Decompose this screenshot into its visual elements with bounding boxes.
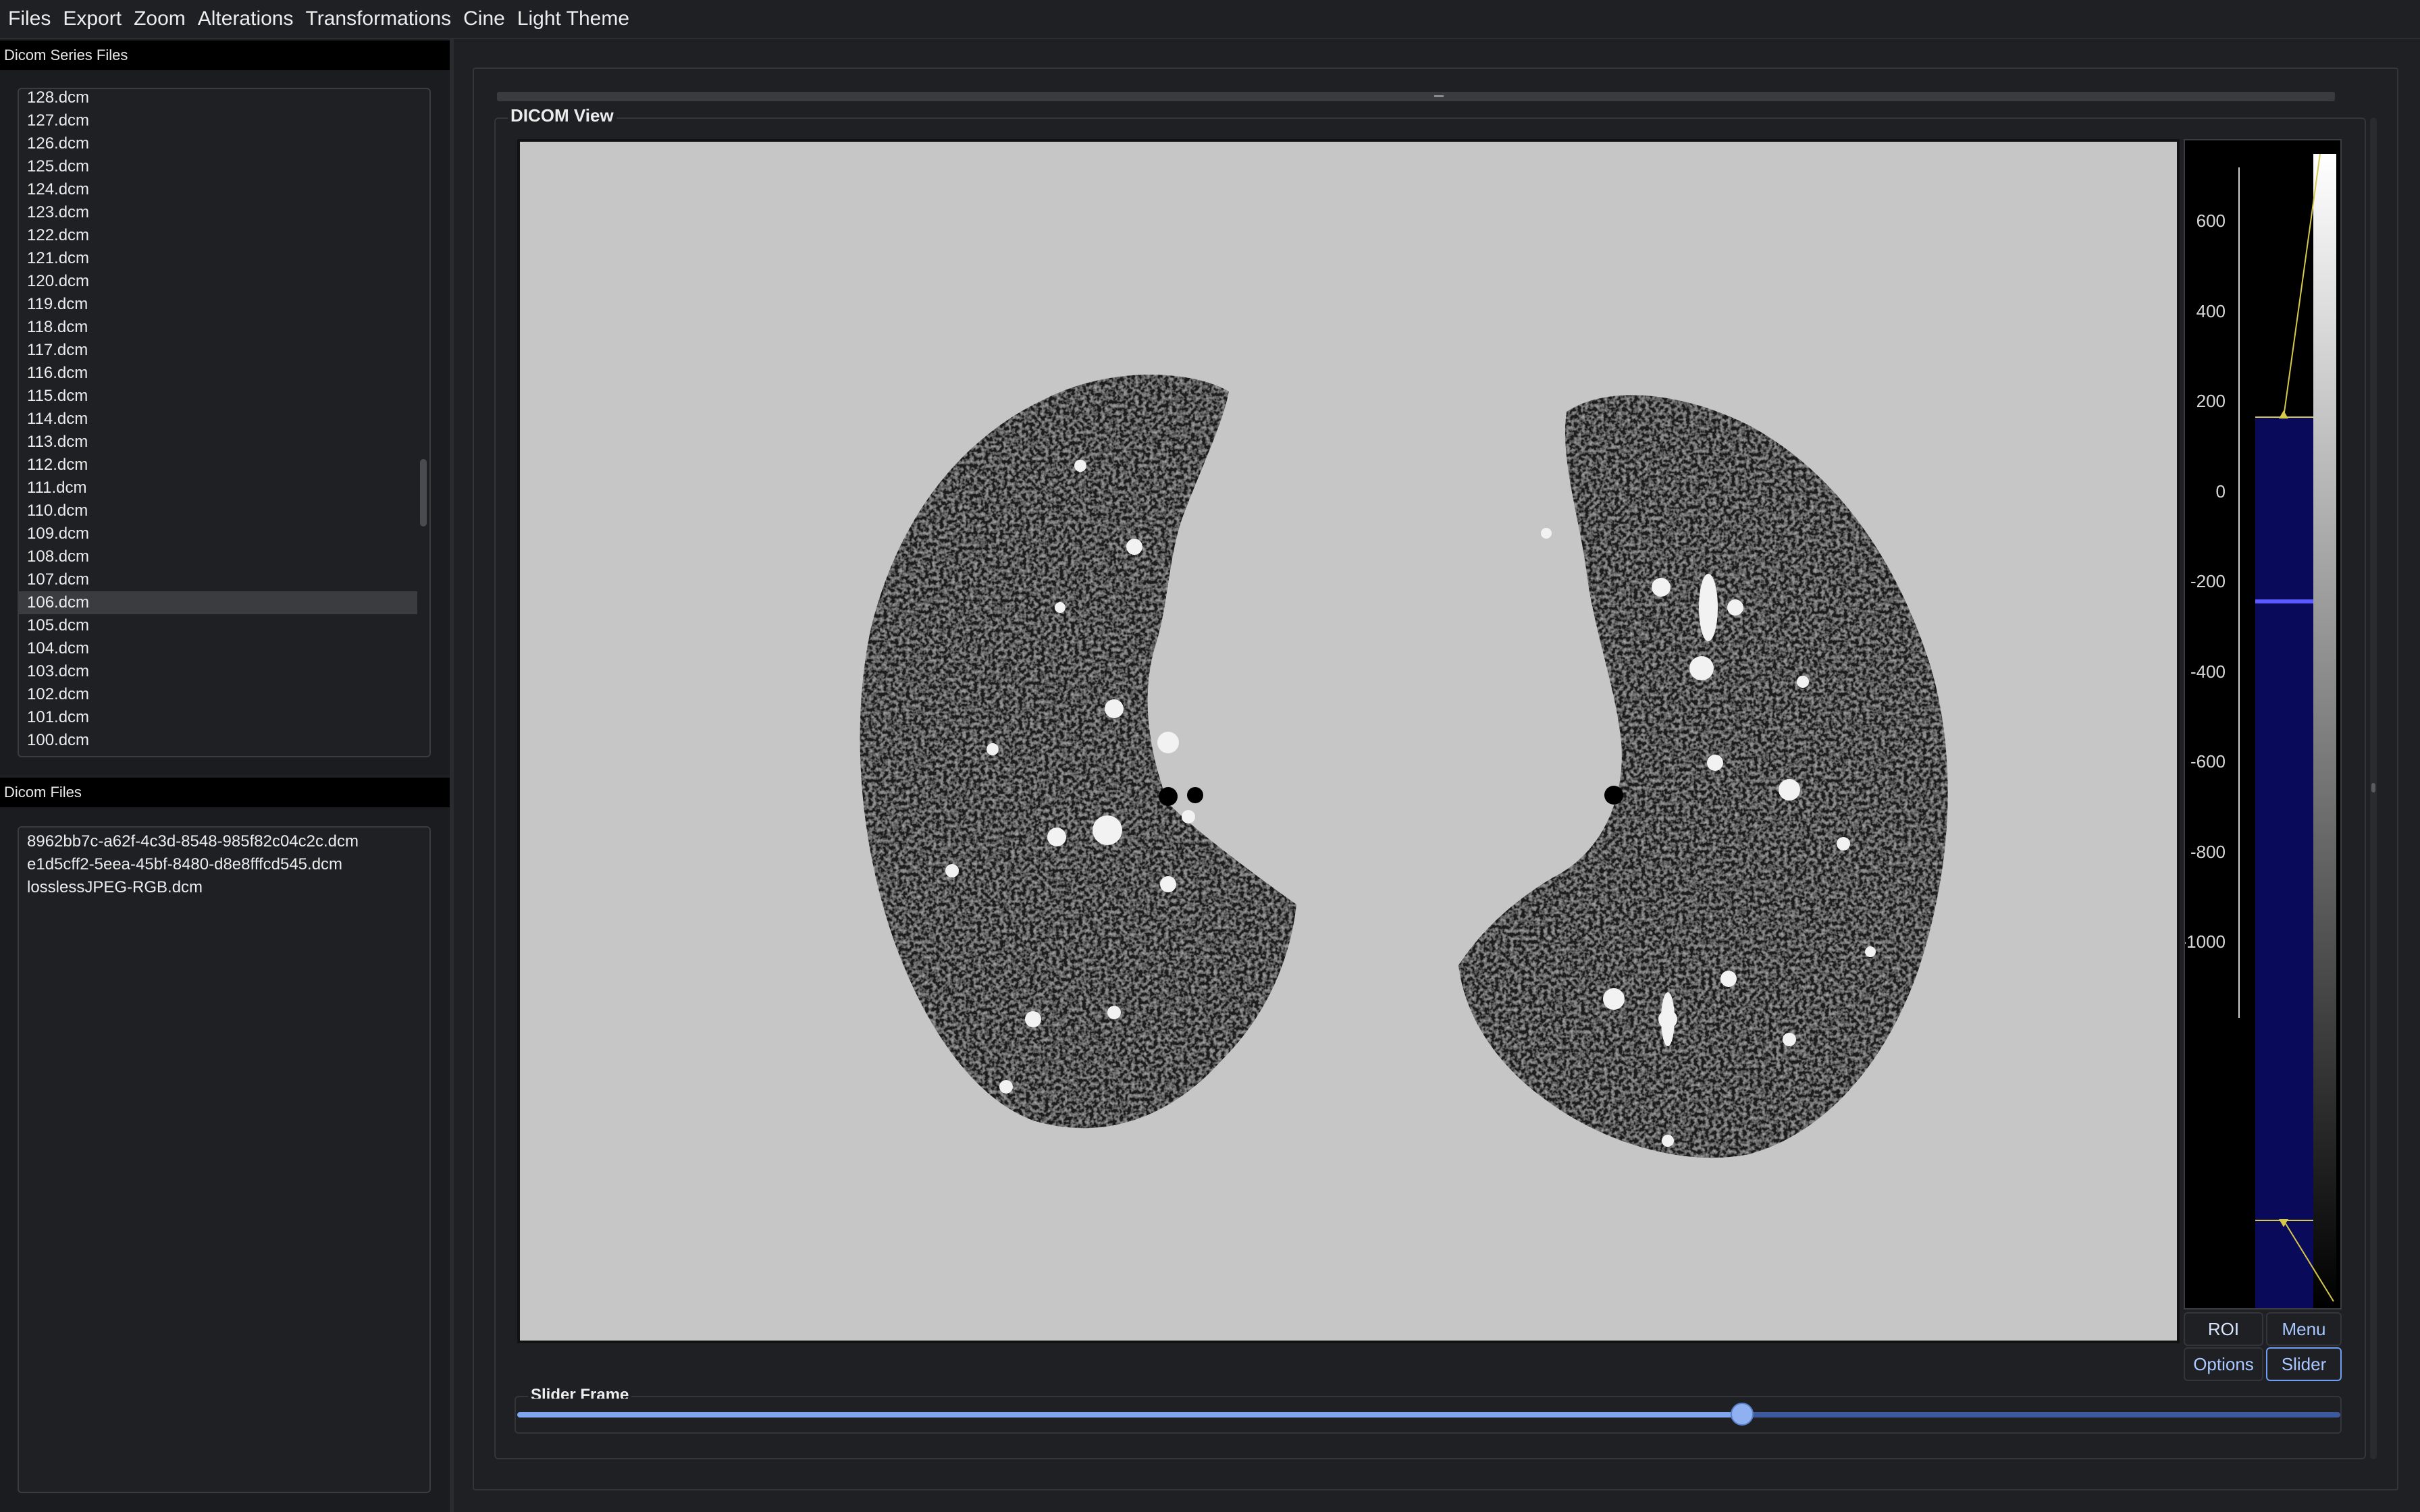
dicom-file-item[interactable]: 8962bb7c-a62f-4c3d-8548-985f82c04c2c.dcm (19, 830, 424, 853)
series-list-item[interactable]: 128.dcm (19, 89, 417, 109)
dock-splitter[interactable] (450, 39, 454, 1512)
histogram-axis-label: 600 (2196, 211, 2226, 231)
series-list-item[interactable]: 112.dcm (19, 454, 417, 477)
series-list-item[interactable]: 116.dcm (19, 362, 417, 385)
menu-files[interactable]: Files (8, 7, 51, 30)
series-list-item[interactable]: 111.dcm (19, 477, 417, 500)
dicom-view-title: DICOM View (508, 105, 616, 126)
series-list-item[interactable]: 125.dcm (19, 155, 417, 178)
menu-alterations[interactable]: Alterations (198, 7, 294, 30)
series-list-item[interactable]: 110.dcm (19, 500, 417, 522)
series-list-item[interactable]: 108.dcm (19, 545, 417, 568)
series-list-item[interactable]: 106.dcm (19, 591, 417, 614)
menu-bar: Files Export Zoom Alterations Transformation… (0, 0, 2420, 39)
histogram-axis-label: -200 (2190, 571, 2226, 591)
series-list-item[interactable]: 105.dcm (19, 614, 417, 637)
files-list-rows: 8962bb7c-a62f-4c3d-8548-985f82c04c2c.dcm… (19, 830, 424, 899)
menu-transformations[interactable]: Transformations (306, 7, 452, 30)
series-list-item[interactable]: 120.dcm (19, 270, 417, 293)
slider-button[interactable]: Slider (2266, 1347, 2342, 1381)
dicom-file-item[interactable]: e1d5cff2-5eea-45bf-8480-d8e8fffcd545.dcm (19, 853, 424, 876)
histogram-axis-label: -800 (2190, 841, 2226, 862)
series-list-item[interactable]: 101.dcm (19, 706, 417, 729)
series-list-item[interactable]: 104.dcm (19, 637, 417, 660)
series-list-item[interactable]: 126.dcm (19, 132, 417, 155)
options-button[interactable]: Options (2184, 1347, 2263, 1381)
menu-zoom[interactable]: Zoom (134, 7, 186, 30)
series-list-scrollbar[interactable] (420, 459, 427, 526)
histogram-axis-label: -600 (2190, 751, 2226, 772)
menu-button[interactable]: Menu (2266, 1312, 2342, 1346)
histogram-axis-label: 400 (2196, 300, 2226, 321)
series-panel-title: Dicom Series Files (0, 40, 450, 70)
series-list-item[interactable]: 122.dcm (19, 224, 417, 247)
series-list-item[interactable]: 102.dcm (19, 683, 417, 706)
histogram-axis-label: 0 (2215, 481, 2226, 502)
files-panel-title: Dicom Files (0, 778, 450, 807)
series-list-item[interactable]: 114.dcm (19, 408, 417, 431)
histogram-widget[interactable]: 600 400 200 0 -200 -400 -600 -800 -1000 (2184, 139, 2342, 1310)
series-list-item[interactable]: 127.dcm (19, 109, 417, 132)
menu-light-theme[interactable]: Light Theme (517, 7, 629, 30)
series-list-item[interactable]: 123.dcm (19, 201, 417, 224)
series-list-item[interactable]: 103.dcm (19, 660, 417, 683)
series-list-item[interactable]: 118.dcm (19, 316, 417, 339)
series-list-item[interactable]: 115.dcm (19, 385, 417, 408)
series-list-item[interactable]: 109.dcm (19, 522, 417, 545)
dicom-file-item[interactable]: losslessJPEG-RGB.dcm (19, 876, 424, 899)
series-list-item[interactable]: 113.dcm (19, 431, 417, 454)
series-list-item[interactable]: 100.dcm (19, 729, 417, 752)
roi-button[interactable]: ROI (2184, 1312, 2263, 1346)
frame-slider-fill (517, 1412, 1743, 1418)
dicom-image-view[interactable] (517, 139, 2180, 1343)
series-list-rows: 128.dcm 127.dcm 126.dcm 125.dcm 124.dcm 123.d… (19, 89, 417, 752)
ct-lung-slice-icon (860, 344, 1948, 1158)
splitter-handle[interactable] (497, 92, 2335, 101)
histogram-axis-label: 200 (2196, 391, 2226, 411)
series-list-item[interactable]: 119.dcm (19, 293, 417, 316)
slider-frame-title: Slider Frame (528, 1385, 632, 1399)
menu-export[interactable]: Export (63, 7, 122, 30)
series-file-list[interactable]: 128.dcm 127.dcm 126.dcm 125.dcm 124.dcm 123.d… (18, 88, 431, 757)
series-list-item[interactable]: 124.dcm (19, 178, 417, 201)
histogram-axis-label: -1000 (2184, 932, 2226, 952)
series-list-item[interactable]: 121.dcm (19, 247, 417, 270)
histogram-axis-label: -400 (2190, 661, 2226, 682)
dicom-file-list[interactable]: 8962bb7c-a62f-4c3d-8548-985f82c04c2c.dcm… (18, 826, 431, 1493)
central-scroll-grip-icon (2371, 783, 2375, 792)
series-list-item[interactable]: 117.dcm (19, 339, 417, 362)
series-list-item[interactable]: 107.dcm (19, 568, 417, 591)
menu-cine[interactable]: Cine (463, 7, 505, 30)
splitter-grip-icon (1434, 95, 1444, 97)
